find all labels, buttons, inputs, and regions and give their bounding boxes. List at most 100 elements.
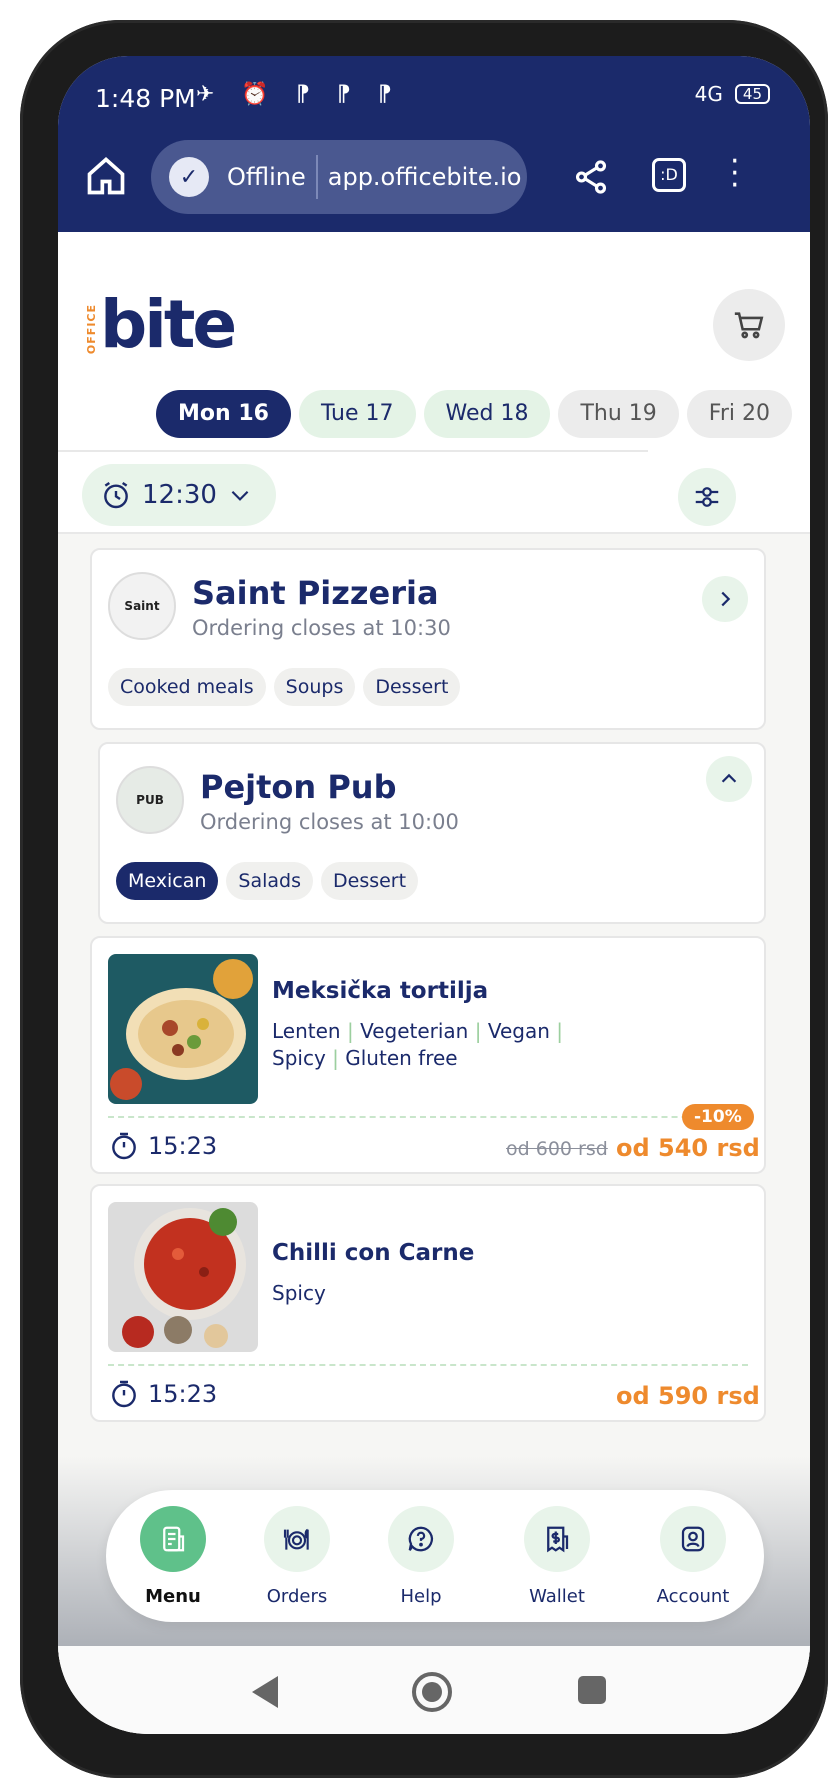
restaurant-name: Pejton Pub: [200, 768, 397, 806]
tag-chip[interactable]: Soups: [273, 668, 356, 706]
nav-label: Account: [656, 1586, 730, 1607]
nav-item-menu[interactable]: Menu: [118, 1506, 228, 1607]
dish-card-meksicka-tortilja[interactable]: Meksička tortilja Lenten | Vegeterian | …: [90, 936, 766, 1174]
filter-button[interactable]: [678, 468, 736, 526]
dish-image: [108, 954, 258, 1104]
restaurant-closing-time: Ordering closes at 10:00: [200, 810, 459, 834]
dish-prep-time: 15:23: [108, 1130, 217, 1162]
diet-tag: Lenten: [272, 1019, 341, 1043]
tabs-underline: [58, 450, 648, 452]
battery-icon: 45: [734, 84, 770, 104]
timer-icon: [112, 1380, 136, 1408]
dish-divider: [108, 1364, 748, 1366]
expand-button[interactable]: [702, 576, 748, 622]
connection-check-icon: ✓: [169, 157, 209, 197]
browser-topbar: 1:48 PM ✈ ⏰ ⁋ ⁋ ⁋ 4G 45 ✓ Offline app.of…: [58, 56, 810, 232]
dish-prep-time: 15:23: [108, 1378, 217, 1410]
tag-separator: |: [556, 1019, 563, 1043]
share-icon[interactable]: [572, 158, 610, 196]
diet-tag: Spicy: [272, 1046, 326, 1070]
tag-chip[interactable]: Dessert: [363, 668, 461, 706]
restaurant-name: Saint Pizzeria: [192, 574, 439, 612]
restaurant-tags: Mexican Salads Dessert: [116, 862, 419, 900]
home-icon[interactable]: [84, 154, 128, 198]
dish-name: Meksička tortilja: [272, 978, 489, 1004]
diet-tag: Gluten free: [345, 1046, 458, 1070]
status-time: 1:48 PM: [95, 84, 196, 113]
tag-separator: |: [346, 1019, 354, 1043]
dish-tags: Lenten | Vegeterian | Vegan | Spicy | Gl…: [272, 1018, 572, 1072]
restaurant-card-pejton-pub[interactable]: PUB Pejton Pub Ordering closes at 10:00 …: [98, 742, 766, 924]
price: od 540 rsd: [616, 1134, 760, 1162]
nav-item-orders[interactable]: Orders: [242, 1506, 352, 1607]
cart-icon: [734, 312, 764, 339]
restaurant-logo-text: PUB: [136, 793, 164, 807]
restaurant-card-saint-pizzeria[interactable]: Saint Saint Pizzeria Ordering closes at …: [90, 548, 766, 730]
restaurant-tags: Cooked meals Soups Dessert: [108, 668, 461, 706]
prep-time-text: 15:23: [148, 1132, 218, 1160]
app-logo: bite: [100, 286, 237, 363]
day-tab-thu[interactable]: Thu 19: [558, 390, 679, 438]
orders-icon: [264, 1506, 330, 1572]
diet-tag: Vegan: [487, 1019, 550, 1043]
nav-item-wallet[interactable]: Wallet: [502, 1506, 612, 1607]
nav-label: Orders: [266, 1586, 328, 1607]
nav-label: Help: [400, 1586, 442, 1607]
timer-icon: [112, 1132, 136, 1160]
tabs-icon[interactable]: :D: [652, 158, 686, 192]
prep-time-text: 15:23: [148, 1380, 218, 1408]
discount-badge: -10%: [682, 1104, 754, 1130]
day-tab-tue[interactable]: Tue 17: [298, 390, 416, 438]
url-bar[interactable]: ✓ Offline app.officebite.io: [151, 140, 527, 214]
account-icon: [660, 1506, 726, 1572]
status-right: 4G 45: [695, 82, 770, 106]
cart-button[interactable]: [713, 289, 785, 361]
dish-card-chilli-con-carne[interactable]: Chilli con Carne Spicy 15:23 od 590 rsd: [90, 1184, 766, 1422]
nav-item-account[interactable]: Account: [638, 1506, 748, 1607]
nav-item-help[interactable]: Help: [366, 1506, 476, 1607]
system-nav-bar: [58, 1646, 810, 1734]
diet-tag: Spicy: [272, 1281, 326, 1305]
bottom-nav: Menu Orders Help Wallet Account: [106, 1490, 764, 1622]
time-selector[interactable]: 12:30: [82, 464, 276, 526]
day-tab-wed[interactable]: Wed 18: [423, 390, 551, 438]
tag-separator: |: [332, 1046, 339, 1070]
recent-apps-icon[interactable]: [578, 1676, 606, 1704]
clock-icon: [104, 482, 128, 509]
chevron-right-icon: [721, 591, 731, 607]
dish-tags: Spicy: [272, 1280, 572, 1307]
back-icon[interactable]: [252, 1676, 278, 1708]
diet-tag: Vegeterian: [360, 1019, 469, 1043]
logo-prefix: OFFICE: [85, 304, 98, 355]
filter-sliders-icon: [695, 487, 719, 507]
more-vert-icon[interactable]: · · ·: [730, 147, 740, 201]
dish-divider: [108, 1116, 748, 1118]
restaurant-closing-time: Ordering closes at 10:30: [192, 616, 451, 640]
home-circle-icon[interactable]: [412, 1672, 452, 1712]
selected-time: 12:30: [142, 480, 217, 510]
day-tab-mon[interactable]: Mon 16: [156, 390, 291, 438]
notification-icons: ✈ ⏰ ⁋ ⁋ ⁋: [196, 82, 402, 107]
chevron-up-icon: [721, 773, 737, 783]
connection-status: Offline: [227, 163, 306, 191]
screen: 1:48 PM ✈ ⏰ ⁋ ⁋ ⁋ 4G 45 ✓ Offline app.of…: [58, 56, 810, 1734]
url-text: app.officebite.io: [327, 163, 522, 191]
tag-separator: |: [474, 1019, 482, 1043]
restaurant-logo: PUB: [116, 766, 184, 834]
dish-image: [108, 1202, 258, 1352]
chevron-down-icon: [231, 490, 249, 501]
tag-chip[interactable]: Dessert: [321, 862, 419, 900]
tag-chip-active[interactable]: Mexican: [116, 862, 219, 900]
day-tabs: Mon 16 Tue 17 Wed 18 Thu 19 Fri 20: [156, 390, 792, 438]
dish-name: Chilli con Carne: [272, 1240, 475, 1266]
signal-icon: 4G: [694, 82, 723, 106]
tag-chip[interactable]: Cooked meals: [108, 668, 266, 706]
url-divider: [315, 155, 318, 199]
nav-label: Menu: [145, 1586, 201, 1607]
day-tab-fri[interactable]: Fri 20: [686, 390, 792, 438]
collapse-button[interactable]: [706, 756, 752, 802]
price: od 590 rsd: [616, 1382, 760, 1410]
tag-chip[interactable]: Salads: [226, 862, 313, 900]
nav-label: Wallet: [529, 1586, 585, 1607]
wallet-icon: [524, 1506, 590, 1572]
